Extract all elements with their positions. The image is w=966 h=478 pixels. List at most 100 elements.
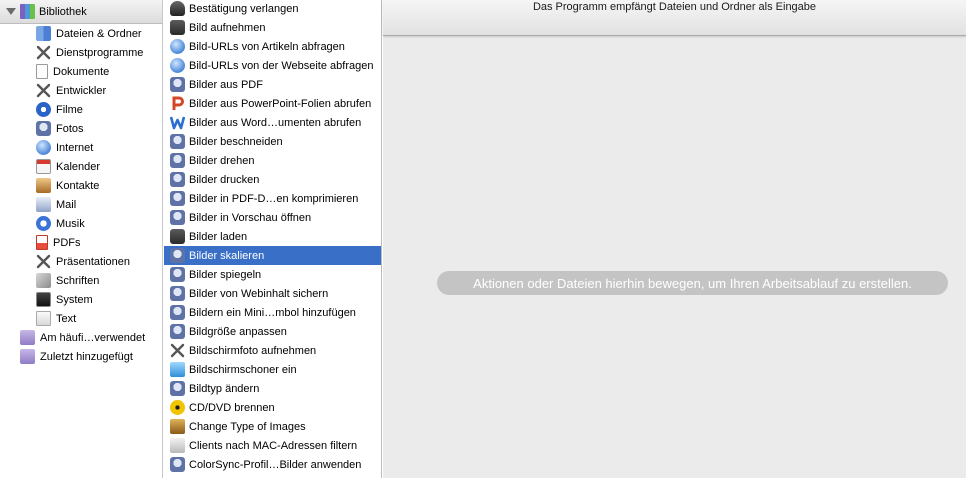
photo-robot-icon (170, 267, 185, 282)
action-label: Bild aufnehmen (189, 21, 266, 34)
camera-icon (170, 229, 185, 244)
action-item[interactable]: Bilder von Webinhalt sichern (164, 284, 381, 303)
action-item[interactable]: Bilder drucken (164, 170, 381, 189)
burn-disc-icon (170, 400, 185, 415)
photo-robot-icon (170, 324, 185, 339)
action-label: Bilder aus PowerPoint-Folien abrufen (189, 97, 372, 110)
action-item[interactable]: Bild-URLs von Artikeln abfragen (164, 37, 381, 56)
library-item-label: Dateien & Ordner (56, 27, 142, 40)
library-item-mail[interactable]: Mail (0, 195, 162, 214)
smart-group-zuletzt[interactable]: Zuletzt hinzugefügt (0, 347, 162, 366)
action-item-selected[interactable]: Bilder skalieren (164, 246, 381, 265)
action-item[interactable]: Bilder in PDF-D…en komprimieren (164, 189, 381, 208)
library-icon (20, 4, 35, 19)
library-item-kontakte[interactable]: Kontakte (0, 176, 162, 195)
pdf-icon (36, 235, 48, 250)
action-item[interactable]: Bildgröße anpassen (164, 322, 381, 341)
action-label: Clients nach MAC-Adressen filtern (189, 439, 358, 452)
action-item[interactable]: Bilder beschneiden (164, 132, 381, 151)
library-item-musik[interactable]: Musik (0, 214, 162, 233)
action-item[interactable]: Bildern ein Mini…mbol hinzufügen (164, 303, 381, 322)
text-icon (36, 311, 51, 326)
tools-icon (36, 83, 51, 98)
globe-icon (36, 140, 51, 155)
action-item[interactable]: Bildschirmschoner ein (164, 360, 381, 379)
action-item[interactable]: Bilder drehen (164, 151, 381, 170)
library-item-system[interactable]: System (0, 290, 162, 309)
library-item-schriften[interactable]: Schriften (0, 271, 162, 290)
action-item[interactable]: Bestätigung verlangen (164, 0, 381, 18)
action-item[interactable]: Clients nach MAC-Adressen filtern (164, 436, 381, 455)
library-item-pdfs[interactable]: PDFs (0, 233, 162, 252)
action-label: Bildgröße anpassen (189, 325, 287, 338)
system-icon (36, 292, 51, 307)
document-icon (36, 64, 48, 79)
smart-folder-icon (20, 349, 35, 364)
library-header[interactable]: Bibliothek (0, 0, 162, 24)
library-item-dokumente[interactable]: Dokumente (0, 62, 162, 81)
action-item[interactable]: Bilder laden (164, 227, 381, 246)
action-item[interactable]: Bilder spiegeln (164, 265, 381, 284)
library-item-label: Mail (56, 198, 77, 211)
action-label: Bild-URLs von der Webseite abfragen (189, 59, 374, 72)
photo-robot-icon (170, 191, 185, 206)
action-item[interactable]: Change Type of Images (164, 417, 381, 436)
calendar-icon (36, 159, 51, 174)
library-item-praesentationen[interactable]: Präsentationen (0, 252, 162, 271)
action-item[interactable]: Bilder in Vorschau öffnen (164, 208, 381, 227)
workflow-area[interactable]: Das Programm empfängt Dateien und Ordner… (383, 0, 966, 478)
action-label: Change Type of Images (189, 420, 306, 433)
action-label: Bilder in Vorschau öffnen (189, 211, 312, 224)
quicktime-icon (36, 102, 51, 117)
action-label: Bilder in PDF-D…en komprimieren (189, 192, 359, 205)
finder-icon (36, 26, 51, 41)
microphone-icon (170, 1, 185, 16)
action-item[interactable]: Bilder aus PDF (164, 75, 381, 94)
library-item-label: Entwickler (56, 84, 107, 97)
screensaver-icon (170, 362, 185, 377)
action-item[interactable]: Bild aufnehmen (164, 18, 381, 37)
action-item[interactable]: Bild-URLs von der Webseite abfragen (164, 56, 381, 75)
powerpoint-icon (170, 96, 185, 111)
workflow-input-header: Das Programm empfängt Dateien und Ordner… (383, 0, 966, 36)
library-item-label: Musik (56, 217, 85, 230)
font-icon (36, 273, 51, 288)
library-item-dienstprogramme[interactable]: Dienstprogramme (0, 43, 162, 62)
library-item-internet[interactable]: Internet (0, 138, 162, 157)
word-icon (170, 115, 185, 130)
library-item-label: Dienstprogramme (56, 46, 144, 59)
action-item[interactable]: Bilder aus PowerPoint-Folien abrufen (164, 94, 381, 113)
actions-list: Bestätigung verlangen Bild aufnehmen Bil… (164, 0, 382, 478)
library-item-kalender[interactable]: Kalender (0, 157, 162, 176)
action-label: Bildern ein Mini…mbol hinzufügen (189, 306, 356, 319)
smart-group-am-haeufigsten[interactable]: Am häufi…verwendet (0, 328, 162, 347)
disclosure-triangle-icon[interactable] (6, 8, 16, 15)
action-item[interactable]: Bildtyp ändern (164, 379, 381, 398)
action-label: Bilder von Webinhalt sichern (189, 287, 329, 300)
photo-robot-icon (170, 381, 185, 396)
action-item[interactable]: Bilder aus Word…umenten abrufen (164, 113, 381, 132)
library-item-entwickler[interactable]: Entwickler (0, 81, 162, 100)
library-item-text[interactable]: Text (0, 309, 162, 328)
library-item-label: Schriften (56, 274, 100, 287)
photo-robot-icon (170, 286, 185, 301)
action-item[interactable]: ColorSync-Profil…Bilder anwenden (164, 455, 381, 474)
library-item-filme[interactable]: Filme (0, 100, 162, 119)
action-item[interactable]: Bildschirmfoto aufnehmen (164, 341, 381, 360)
photo-robot-icon (170, 172, 185, 187)
action-label: Bild-URLs von Artikeln abfragen (189, 40, 345, 53)
library-item-dateien-ordner[interactable]: Dateien & Ordner (0, 24, 162, 43)
action-label: CD/DVD brennen (189, 401, 275, 414)
library-item-label: Text (56, 312, 77, 325)
mail-icon (36, 197, 51, 212)
action-item[interactable]: CD/DVD brennen (164, 398, 381, 417)
library-item-fotos[interactable]: Fotos (0, 119, 162, 138)
smart-folder-icon (20, 330, 35, 345)
action-label: Bilder laden (189, 230, 248, 243)
photo-robot-icon (170, 210, 185, 225)
tools-icon (36, 45, 51, 60)
smart-group-label: Am häufi…verwendet (40, 331, 146, 344)
photo-robot-icon (170, 77, 185, 92)
smart-group-label: Zuletzt hinzugefügt (40, 350, 133, 363)
photo-robot-icon (170, 305, 185, 320)
